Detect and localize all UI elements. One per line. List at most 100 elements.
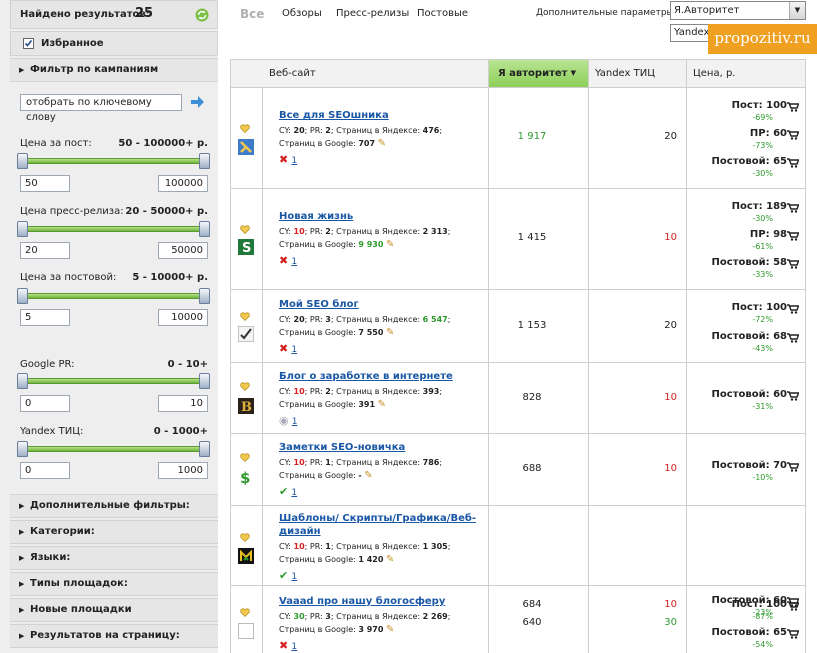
site-name-link[interactable]: Блог о заработке в интернете <box>279 370 453 383</box>
cart-icon[interactable] <box>787 130 799 140</box>
cross-icon[interactable]: ✖ <box>279 254 288 267</box>
min-value-input[interactable]: 0 <box>20 462 70 479</box>
site-name-link[interactable]: Новая жизнь <box>279 210 353 223</box>
tab-posts[interactable]: Постовые <box>417 8 468 19</box>
cart-icon[interactable] <box>787 333 799 343</box>
min-value-input[interactable]: 0 <box>20 395 70 412</box>
slider-min-handle[interactable] <box>17 441 28 457</box>
cross-icon[interactable]: ✖ <box>279 153 288 166</box>
slider-max-handle[interactable] <box>199 373 210 389</box>
range-slider-track[interactable] <box>22 378 206 384</box>
link-count[interactable]: 1 <box>292 417 298 427</box>
cart-icon[interactable] <box>787 158 799 168</box>
section-site-types[interactable]: ▶ Типы площадок: <box>10 572 218 596</box>
slider-min-handle[interactable] <box>17 288 28 304</box>
pencil-icon[interactable]: ✎ <box>386 554 394 565</box>
range-slider-track[interactable] <box>22 158 206 164</box>
site-name-link-cont[interactable]: дизайн <box>279 525 321 538</box>
link-count[interactable]: 1 <box>291 156 297 166</box>
cart-icon[interactable] <box>787 462 799 472</box>
min-value-input[interactable]: 20 <box>20 242 70 259</box>
heart-icon[interactable] <box>240 453 250 462</box>
section-extra-filters[interactable]: ▶ Дополнительные фильтры: <box>10 494 218 518</box>
pencil-icon[interactable]: ✎ <box>386 327 394 338</box>
heart-icon[interactable] <box>240 225 250 234</box>
tab-all[interactable]: Все <box>240 7 264 21</box>
keyword-input[interactable]: отобрать по ключевому слову <box>20 94 182 123</box>
site-name-link[interactable]: Заметки SEO-новичка <box>279 441 405 454</box>
heart-icon[interactable] <box>240 608 250 617</box>
section-languages[interactable]: ▶ Языки: <box>10 546 218 570</box>
header-tic[interactable]: Yandex ТИЦ <box>588 59 686 88</box>
site-name-link[interactable]: Шаблоны/ Скрипты/Графика/Веб- <box>279 512 476 525</box>
check-icon[interactable]: ✔ <box>279 569 288 582</box>
pending-icon[interactable]: ◉ <box>279 414 289 427</box>
site-name-link[interactable]: Мой SEO блог <box>279 298 359 311</box>
check-icon[interactable]: ✔ <box>279 485 288 498</box>
site-meta-line: Страниц в Google: - ✎ <box>279 470 373 481</box>
max-value-input[interactable]: 10000 <box>158 309 208 326</box>
pencil-icon[interactable]: ✎ <box>378 138 386 149</box>
favorites-checkbox[interactable] <box>23 38 34 49</box>
cart-icon[interactable] <box>787 102 799 112</box>
range-slider-track[interactable] <box>22 226 206 232</box>
cart-icon[interactable] <box>787 629 799 639</box>
params-select[interactable]: Я.Авторитет ▼ <box>670 1 806 20</box>
meta-label: Страниц в Google: <box>279 240 356 249</box>
range-slider-track[interactable] <box>22 446 206 452</box>
link-count[interactable]: 1 <box>291 345 297 355</box>
link-count[interactable]: 1 <box>291 488 297 498</box>
cart-icon[interactable] <box>787 601 799 611</box>
cross-icon[interactable]: ✖ <box>279 639 288 652</box>
slider-max-handle[interactable] <box>199 441 210 457</box>
cart-icon[interactable] <box>787 391 799 401</box>
tab-reviews[interactable]: Обзоры <box>282 8 322 19</box>
header-authority[interactable]: Я авторитет ▼ <box>488 59 588 88</box>
cart-icon[interactable] <box>787 304 799 314</box>
link-count[interactable]: 1 <box>291 572 297 582</box>
section-categories[interactable]: ▶ Категории: <box>10 520 218 544</box>
link-count[interactable]: 1 <box>291 642 297 652</box>
range-slider-track[interactable] <box>22 293 206 299</box>
section-new-sites[interactable]: ▶ Новые площадки <box>10 598 218 622</box>
cart-icon[interactable] <box>787 203 799 213</box>
slider-max-handle[interactable] <box>199 153 210 169</box>
min-value-input[interactable]: 50 <box>20 175 70 192</box>
slider-min-handle[interactable] <box>17 221 28 237</box>
heart-icon[interactable] <box>240 382 250 391</box>
max-value-input[interactable]: 10 <box>158 395 208 412</box>
cart-icon[interactable] <box>787 231 799 241</box>
pencil-icon[interactable]: ✎ <box>364 470 372 481</box>
chevron-down-icon[interactable]: ▼ <box>789 2 805 19</box>
slider-max-handle[interactable] <box>199 288 210 304</box>
heart-icon[interactable] <box>240 312 250 321</box>
refresh-icon[interactable] <box>195 8 209 22</box>
tic-value: 10 <box>664 392 677 403</box>
price-discount: -61% <box>752 242 773 251</box>
site-meta-line: Страниц в Google: 1 420 ✎ <box>279 554 394 565</box>
slider-min-handle[interactable] <box>17 373 28 389</box>
header-site[interactable]: Веб-сайт <box>231 59 488 88</box>
slider-max-handle[interactable] <box>199 221 210 237</box>
site-name-link[interactable]: Vaaad про нашу блогосферу <box>279 595 445 608</box>
cart-icon[interactable] <box>787 259 799 269</box>
header-price[interactable]: Цена, р. <box>686 59 805 88</box>
max-value-input[interactable]: 1000 <box>158 462 208 479</box>
site-name-link[interactable]: Все для SEOшника <box>279 109 389 122</box>
pencil-icon[interactable]: ✎ <box>386 624 394 635</box>
cross-icon[interactable]: ✖ <box>279 342 288 355</box>
heart-icon[interactable] <box>240 533 250 542</box>
heart-icon[interactable] <box>240 124 250 133</box>
slider-min-handle[interactable] <box>17 153 28 169</box>
pencil-icon[interactable]: ✎ <box>378 399 386 410</box>
campaign-filter-section[interactable]: ▶ Фильтр по кампаниям <box>10 58 218 82</box>
max-value-input[interactable]: 50000 <box>158 242 208 259</box>
section-results-per-page[interactable]: ▶ Результатов на страницу: <box>10 624 218 648</box>
tab-press-releases[interactable]: Пресс-релизы <box>336 8 409 19</box>
favorites-box[interactable]: Избранное <box>10 31 218 56</box>
max-value-input[interactable]: 100000 <box>158 175 208 192</box>
min-value-input[interactable]: 5 <box>20 309 70 326</box>
arrow-right-icon[interactable] <box>190 95 205 109</box>
pencil-icon[interactable]: ✎ <box>386 239 394 250</box>
link-count[interactable]: 1 <box>291 257 297 267</box>
